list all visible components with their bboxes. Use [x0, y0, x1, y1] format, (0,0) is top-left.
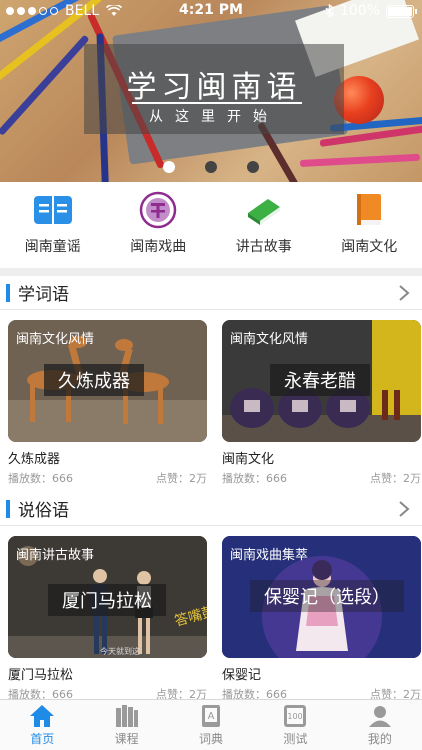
- banner-title: 学习闽南语: [126, 70, 302, 105]
- banner-page-indicator: [0, 161, 422, 173]
- section-title: 说俗语: [18, 501, 69, 521]
- tab-home[interactable]: 首页: [0, 700, 84, 750]
- tab-test[interactable]: 100 测试: [253, 700, 337, 750]
- video-stats: 播放数：666 点赞：2万: [222, 470, 421, 486]
- tab-profile[interactable]: 我的: [338, 700, 422, 750]
- status-bar: BELL 4:21 PM 100%: [0, 0, 422, 22]
- user-icon: [368, 706, 391, 727]
- status-right: 100%: [325, 3, 417, 19]
- category-label: 闽南文化: [341, 239, 398, 255]
- category-item-nursery-rhymes[interactable]: 闽南童谣: [0, 190, 106, 262]
- video-title: 闽南文化: [222, 452, 275, 467]
- section-header-proverbs[interactable]: 说俗语: [0, 492, 422, 526]
- tab-label: 课程: [114, 732, 139, 746]
- green-book-icon: [244, 190, 284, 230]
- video-caption: 保婴记（选段）: [250, 580, 404, 612]
- video-thumbnail[interactable]: 答嘴鼓 今天就到这 闽南讲古故事 厦门马拉松: [8, 536, 207, 658]
- banner-divider: [132, 102, 302, 104]
- category-item-opera[interactable]: 闽南戏曲: [106, 190, 212, 262]
- video-card[interactable]: 闽南文化风情 永春老醋 闽南文化 播放数：666 点赞：2万: [222, 320, 421, 486]
- category-item-culture[interactable]: 闽南文化: [317, 190, 422, 262]
- video-stats: 播放数：666 点赞：2万: [8, 470, 207, 486]
- bluetooth-icon: [325, 4, 334, 18]
- tab-label: 首页: [30, 732, 55, 746]
- section-accent-bar: [6, 283, 10, 302]
- like-count: 点赞：2万: [370, 472, 421, 485]
- category-label: 闽南童谣: [24, 239, 81, 255]
- video-title: 久炼成器: [8, 452, 61, 467]
- home-icon: [30, 705, 55, 727]
- video-card[interactable]: 答嘴鼓 今天就到这 闽南讲古故事 厦门马拉松 厦门马拉松 播放数：666 点赞：…: [8, 536, 207, 702]
- svg-text:今天就到这: 今天就到这: [100, 646, 140, 656]
- play-count: 播放数：666: [222, 472, 287, 485]
- tab-label: 我的: [367, 732, 392, 746]
- video-title: 厦门马拉松: [8, 668, 74, 683]
- section-title: 学词语: [18, 285, 69, 305]
- video-category-tag: 闽南文化风情: [230, 332, 309, 347]
- battery-icon: [386, 4, 417, 18]
- like-count: 点赞：2万: [156, 472, 207, 485]
- video-caption: 久炼成器: [44, 364, 144, 396]
- tab-label: 词典: [199, 732, 224, 746]
- video-category-tag: 闽南戏曲集萃: [230, 548, 309, 563]
- category-row: 闽南童谣 闽南戏曲 讲古故事 闽南文化: [0, 190, 422, 262]
- video-thumbnail[interactable]: 闽南戏曲集萃 保婴记（选段）: [222, 536, 421, 658]
- video-thumbnail[interactable]: 闽南文化风情 永春老醋: [222, 320, 421, 442]
- page-dot[interactable]: [205, 161, 217, 173]
- svg-text:100: 100: [288, 712, 303, 721]
- video-caption: 厦门马拉松: [48, 584, 166, 616]
- section-divider: [0, 268, 422, 276]
- tab-dictionary[interactable]: A 词典: [169, 700, 253, 750]
- opera-badge-icon: [138, 190, 178, 230]
- svg-text:A: A: [208, 711, 215, 722]
- books-icon: [115, 705, 138, 727]
- chevron-right-icon[interactable]: [398, 284, 410, 302]
- category-item-stories[interactable]: 讲古故事: [211, 190, 317, 262]
- dictionary-icon: A: [202, 705, 221, 727]
- section-header-vocabulary[interactable]: 学词语: [0, 276, 422, 310]
- category-label: 讲古故事: [235, 239, 292, 255]
- hero-banner[interactable]: 学习闽南语 从这里开始: [0, 0, 422, 182]
- video-category-tag: 闽南讲古故事: [16, 548, 95, 563]
- video-title: 保婴记: [222, 668, 262, 683]
- tab-label: 测试: [283, 732, 308, 746]
- video-card[interactable]: 闽南文化风情 久炼成器 久炼成器 播放数：666 点赞：2万: [8, 320, 207, 486]
- battery-percent: 100%: [339, 3, 380, 19]
- chevron-right-icon[interactable]: [398, 500, 410, 518]
- video-card[interactable]: 闽南戏曲集萃 保婴记（选段） 保婴记 播放数：666 点赞：2万: [222, 536, 421, 702]
- section-accent-bar: [6, 499, 10, 518]
- category-label: 闽南戏曲: [130, 239, 187, 255]
- open-book-icon: [33, 190, 73, 230]
- page-dot[interactable]: [163, 161, 175, 173]
- video-category-tag: 闽南文化风情: [16, 332, 95, 347]
- play-count: 播放数：666: [8, 472, 73, 485]
- page-dot[interactable]: [247, 161, 259, 173]
- bottom-tab-bar: 首页 课程 A 词典 100 测试 我的: [0, 699, 422, 750]
- orange-book-icon: [349, 190, 389, 230]
- test-icon: 100: [284, 705, 307, 727]
- video-thumbnail[interactable]: 闽南文化风情 久炼成器: [8, 320, 207, 442]
- tab-courses[interactable]: 课程: [84, 700, 168, 750]
- banner-subtitle: 从这里开始: [149, 109, 279, 125]
- video-caption: 永春老醋: [270, 364, 370, 396]
- pencil-image: [0, 34, 90, 136]
